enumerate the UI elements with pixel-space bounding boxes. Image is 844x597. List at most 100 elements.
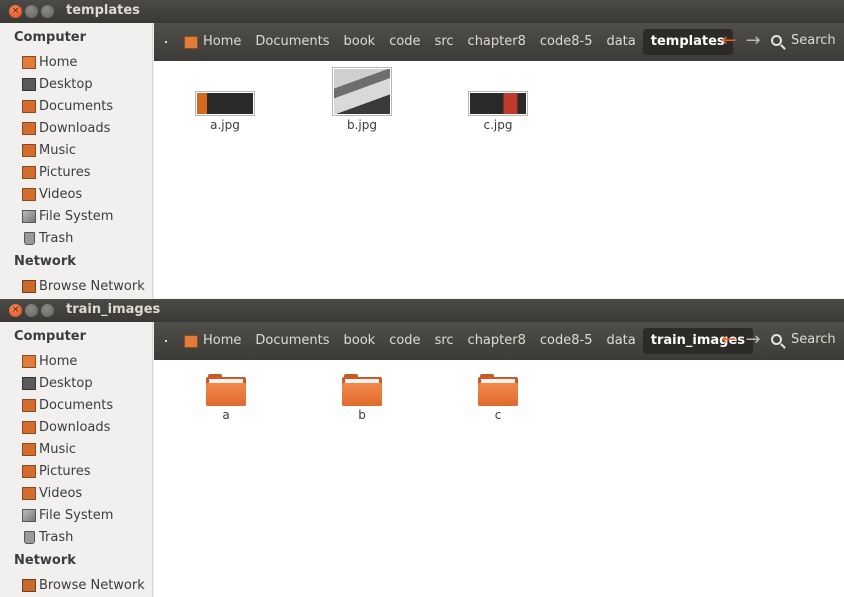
sidebar-item-home[interactable]: Home	[22, 351, 77, 371]
breadcrumb-home[interactable]: Home	[184, 328, 248, 354]
sidebar-item-label: File System	[39, 208, 114, 224]
sidebar-item-trash[interactable]: Trash	[22, 228, 73, 248]
sidebar-item-desktop[interactable]: Desktop	[22, 373, 93, 393]
sidebar-item-pictures[interactable]: Pictures	[22, 162, 90, 182]
navigation-arrows: ← →	[717, 32, 765, 50]
sidebar-item-label: File System	[39, 507, 114, 523]
file-view[interactable]: a b c	[154, 360, 844, 597]
documents-folder-icon	[22, 99, 36, 113]
breadcrumb-item[interactable]: chapter8	[461, 328, 533, 354]
sidebar-item-label: Downloads	[39, 120, 111, 136]
sidebar-item-file-system[interactable]: File System	[22, 206, 113, 226]
folder-name-label: b	[358, 408, 366, 422]
file-item-b-jpg[interactable]: b.jpg	[317, 67, 407, 132]
forward-arrow-icon[interactable]: →	[741, 331, 765, 349]
network-icon	[22, 578, 36, 592]
path-scroll-left-icon[interactable]	[165, 340, 167, 342]
sidebar-heading-network: Network	[14, 254, 76, 269]
sidebar-item-downloads[interactable]: Downloads	[22, 417, 110, 437]
breadcrumb-item[interactable]: chapter8	[461, 29, 533, 55]
trash-icon	[24, 530, 35, 544]
sidebar-item-videos[interactable]: Videos	[22, 483, 82, 503]
sidebar-item-label: Music	[39, 441, 76, 457]
sidebar-item-label: Home	[39, 54, 78, 70]
sidebar-item-label: Home	[39, 353, 78, 369]
path-toolbar: Home Documents book code src chapter8 co…	[154, 322, 844, 360]
back-arrow-icon[interactable]: ←	[717, 331, 741, 349]
sidebar-item-browse-network[interactable]: Browse Network	[22, 276, 145, 296]
sidebar-item-browse-network[interactable]: Browse Network	[22, 575, 145, 595]
breadcrumb-home[interactable]: Home	[184, 29, 248, 55]
sidebar-item-label: Videos	[39, 186, 83, 202]
sidebar-item-music[interactable]: Music	[22, 439, 76, 459]
breadcrumb-item[interactable]: src	[428, 29, 461, 55]
sidebar-item-label: Videos	[39, 485, 83, 501]
breadcrumb-item[interactable]: book	[337, 29, 383, 55]
sidebar-item-videos[interactable]: Videos	[22, 184, 82, 204]
close-window-icon[interactable]: ×	[9, 5, 22, 18]
search-label: Search	[791, 33, 836, 48]
downloads-folder-icon	[22, 420, 36, 434]
videos-folder-icon	[22, 187, 36, 201]
title-bar[interactable]: × templates	[0, 0, 844, 23]
breadcrumb-item[interactable]: Documents	[248, 328, 336, 354]
sidebar-item-label: Trash	[39, 529, 74, 545]
file-item-c-jpg[interactable]: c.jpg	[453, 91, 543, 132]
sidebar-item-label: Desktop	[39, 76, 93, 92]
folder-name-label: a	[222, 408, 230, 422]
sidebar-item-label: Browse Network	[39, 278, 145, 294]
places-sidebar: Computer Home Desktop Documents Download…	[0, 322, 153, 597]
title-bar[interactable]: × train_images	[0, 299, 844, 322]
sidebar-item-file-system[interactable]: File System	[22, 505, 113, 525]
downloads-folder-icon	[22, 121, 36, 135]
folder-item-b[interactable]: b	[317, 374, 407, 422]
back-arrow-icon[interactable]: ←	[717, 32, 741, 50]
search-button[interactable]: Search	[771, 332, 836, 347]
maximize-window-icon[interactable]	[41, 5, 54, 18]
sidebar-item-home[interactable]: Home	[22, 52, 77, 72]
file-view[interactable]: a.jpg b.jpg c.jpg	[154, 61, 844, 298]
file-item-a-jpg[interactable]: a.jpg	[180, 91, 270, 132]
breadcrumb-item[interactable]: code8-5	[533, 328, 600, 354]
close-window-icon[interactable]: ×	[9, 304, 22, 317]
sidebar-item-desktop[interactable]: Desktop	[22, 74, 93, 94]
documents-folder-icon	[22, 398, 36, 412]
search-icon	[771, 334, 782, 345]
sidebar-item-music[interactable]: Music	[22, 140, 76, 160]
home-folder-icon	[22, 55, 36, 69]
file-name-label: a.jpg	[210, 118, 240, 132]
path-scroll-left-icon[interactable]	[165, 41, 167, 43]
search-button[interactable]: Search	[771, 33, 836, 48]
sidebar-item-downloads[interactable]: Downloads	[22, 118, 110, 138]
sidebar-item-label: Downloads	[39, 419, 111, 435]
breadcrumb-item[interactable]: data	[599, 29, 642, 55]
sidebar-item-label: Music	[39, 142, 76, 158]
sidebar-item-label: Documents	[39, 397, 114, 413]
breadcrumb-item[interactable]: code	[382, 328, 427, 354]
sidebar-item-pictures[interactable]: Pictures	[22, 461, 90, 481]
sidebar-item-trash[interactable]: Trash	[22, 527, 73, 547]
image-thumbnail	[195, 91, 255, 116]
sidebar-item-documents[interactable]: Documents	[22, 395, 113, 415]
search-label: Search	[791, 332, 836, 347]
breadcrumb-item[interactable]: code8-5	[533, 29, 600, 55]
sidebar-item-documents[interactable]: Documents	[22, 96, 113, 116]
breadcrumb-item[interactable]: book	[337, 328, 383, 354]
window-title: templates	[66, 3, 140, 18]
trash-icon	[24, 231, 35, 245]
minimize-window-icon[interactable]	[25, 304, 38, 317]
minimize-window-icon[interactable]	[25, 5, 38, 18]
breadcrumb-item[interactable]: src	[428, 328, 461, 354]
forward-arrow-icon[interactable]: →	[741, 32, 765, 50]
breadcrumb-item[interactable]: Documents	[248, 29, 336, 55]
maximize-window-icon[interactable]	[41, 304, 54, 317]
folder-item-a[interactable]: a	[181, 374, 271, 422]
sidebar-heading-computer: Computer	[14, 30, 87, 45]
breadcrumb-item[interactable]: code	[382, 29, 427, 55]
breadcrumb-item[interactable]: data	[599, 328, 642, 354]
file-name-label: b.jpg	[347, 118, 377, 132]
folder-icon	[342, 374, 382, 406]
navigation-arrows: ← →	[717, 331, 765, 349]
folder-icon	[206, 374, 246, 406]
folder-item-c[interactable]: c	[453, 374, 543, 422]
